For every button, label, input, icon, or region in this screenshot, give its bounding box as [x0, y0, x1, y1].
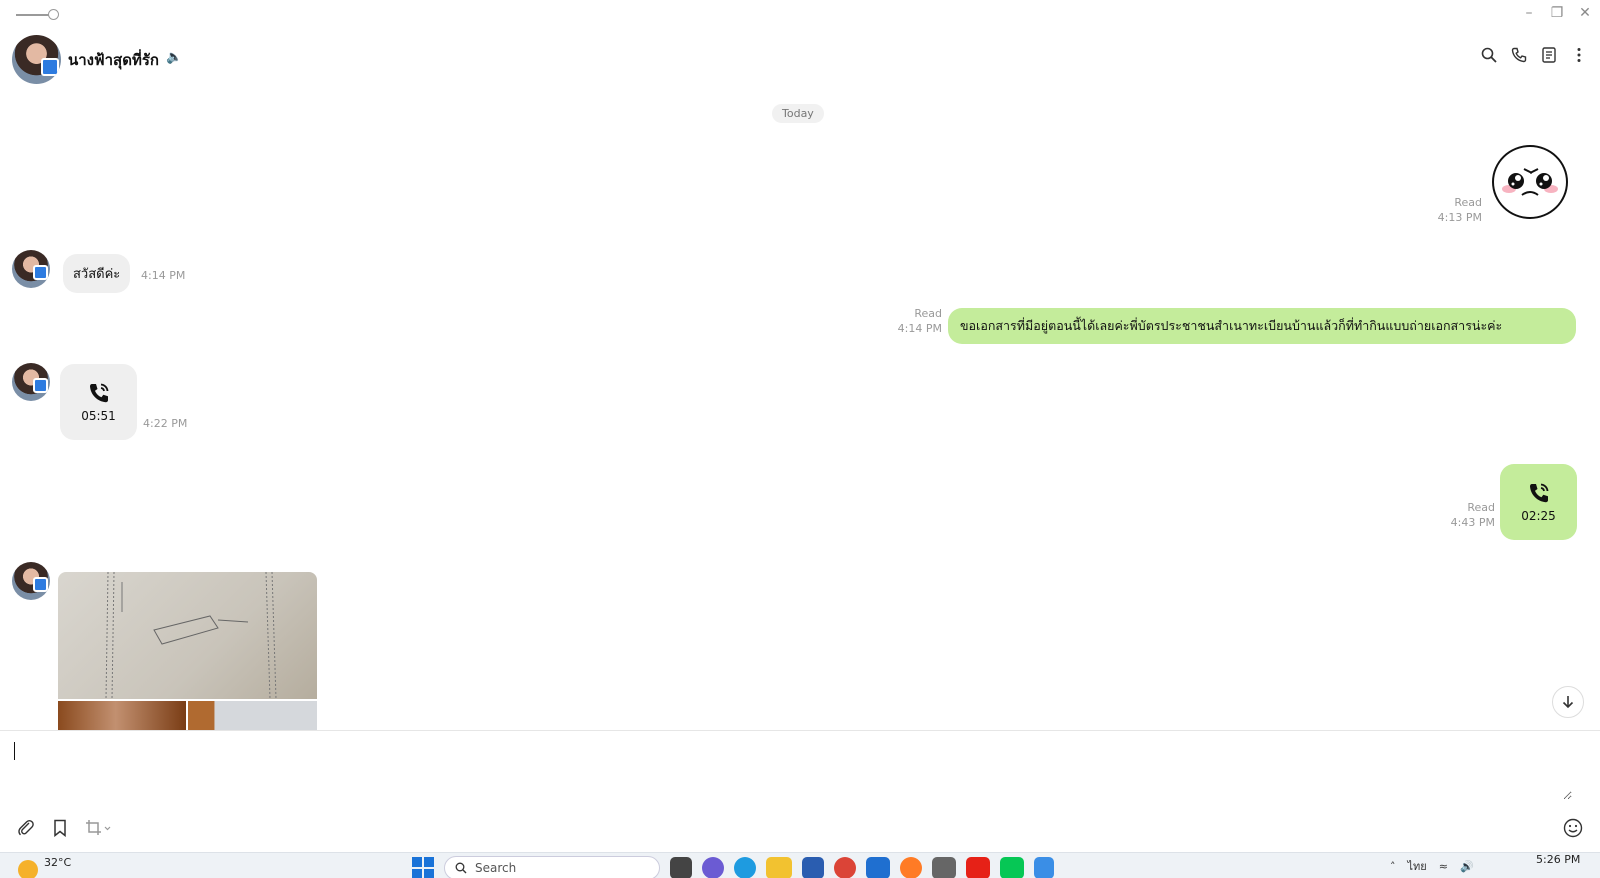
scroll-to-bottom-button[interactable] [1552, 686, 1584, 718]
phone-call-icon [1529, 483, 1548, 503]
taskbar-search[interactable]: Search [444, 856, 660, 878]
header-actions [1480, 46, 1588, 64]
search-icon[interactable] [1480, 46, 1498, 64]
chevron-up-icon[interactable]: ˄ [1390, 860, 1396, 873]
sender-avatar[interactable] [12, 363, 50, 401]
call-duration: 05:51 [81, 409, 116, 423]
composer-divider [0, 730, 1600, 731]
sticker-message[interactable] [1492, 145, 1568, 219]
text-caret [14, 742, 15, 760]
photo-album-message[interactable] [58, 572, 317, 730]
contact-avatar[interactable] [12, 35, 61, 84]
chat-header: นางฟ้าสุดที่รัก 🔈 [0, 32, 1600, 84]
message-time: 4:22 PM [143, 417, 188, 430]
message-meta: Read 4:13 PM [1410, 195, 1482, 225]
read-status: Read [1454, 196, 1482, 209]
opacity-slider[interactable] [16, 9, 59, 20]
message-time: 4:43 PM [1450, 516, 1495, 529]
message-meta: Read 4:43 PM [1418, 500, 1495, 530]
taskbar-clock[interactable]: 5:26 PM [1536, 853, 1580, 866]
sender-avatar[interactable] [12, 250, 50, 288]
land-map-sketch [105, 572, 277, 700]
composer-toolbar [16, 818, 114, 838]
arrow-down-icon [1562, 696, 1574, 709]
message-time: 4:14 PM [141, 269, 186, 282]
read-status: Read [1467, 501, 1495, 514]
read-status: Read [914, 307, 942, 320]
taskbar-apps: Search [412, 856, 1054, 878]
phone-call-icon [89, 383, 108, 403]
chat-name[interactable]: นางฟ้าสุดที่รัก [68, 48, 159, 72]
message-input[interactable] [12, 740, 1572, 800]
volume-icon[interactable]: 🔊 [1460, 860, 1474, 873]
screenshot-crop-icon[interactable] [84, 818, 114, 838]
windows-taskbar: 32°C Search ˄ ไทย ≈ 🔊 5:26 PM [0, 852, 1600, 878]
photo-thumbnail[interactable] [58, 701, 186, 730]
message-meta: Read 4:14 PM [880, 306, 942, 336]
wifi-icon[interactable]: ≈ [1439, 860, 1448, 873]
message-time: 4:13 PM [1437, 211, 1482, 224]
message-time: 4:14 PM [897, 322, 942, 335]
file-explorer-icon[interactable] [766, 857, 792, 878]
close-icon[interactable]: ✕ [1578, 6, 1592, 20]
call-message-outgoing[interactable]: 02:25 [1500, 464, 1577, 540]
photo-thumbnail[interactable] [188, 701, 317, 730]
speaker-icon: 🔈 [166, 50, 183, 65]
chrome-icon[interactable] [834, 857, 856, 878]
call-duration: 02:25 [1521, 509, 1556, 523]
youtube-icon[interactable] [966, 857, 990, 878]
message-bubble-incoming[interactable]: สวัสดีค่ะ [63, 254, 131, 293]
search-placeholder: Search [475, 861, 517, 875]
mail-icon[interactable] [866, 857, 890, 878]
sun-icon [18, 860, 38, 878]
input-language[interactable]: ไทย [1408, 857, 1427, 875]
minimize-icon[interactable]: – [1522, 6, 1536, 20]
phone-icon[interactable] [1510, 46, 1528, 64]
firefox-icon[interactable] [900, 857, 922, 878]
task-view-icon[interactable] [670, 857, 692, 878]
line-app-icon[interactable] [1000, 857, 1024, 878]
temperature: 32°C [44, 856, 72, 869]
chat-app-icon[interactable] [702, 857, 724, 878]
weather-widget[interactable]: 32°C [18, 856, 71, 878]
attach-file-icon[interactable] [16, 818, 36, 838]
message-list[interactable]: Today Read 4:13 PM สวัสดีค่ะ 4:14 PM Rea… [0, 86, 1600, 730]
more-options-icon[interactable] [1570, 46, 1588, 64]
bookmark-icon[interactable] [50, 818, 70, 838]
date-separator: Today [772, 104, 824, 123]
slider-knob[interactable] [48, 9, 59, 20]
edge-browser-icon[interactable] [734, 857, 756, 878]
emoji-icon[interactable] [1563, 818, 1585, 840]
sender-avatar[interactable] [12, 562, 50, 600]
crying-face-sticker-icon [1502, 168, 1558, 196]
store-icon[interactable] [802, 857, 824, 878]
camera-icon[interactable] [932, 857, 956, 878]
window-controls: – ❐ ✕ [1522, 6, 1592, 20]
restore-icon[interactable]: ❐ [1550, 6, 1564, 20]
title-bar: – ❐ ✕ [0, 0, 1600, 30]
notes-icon[interactable] [1540, 46, 1558, 64]
message-bubble-outgoing[interactable]: ขอเอกสารที่มีอยู่ตอนนี้ได้เลยค่ะพี่บัตรป… [948, 308, 1576, 344]
photo-document[interactable] [58, 572, 317, 700]
system-tray: ˄ ไทย ≈ 🔊 [1390, 857, 1474, 875]
search-icon [455, 862, 467, 874]
notepad-icon[interactable] [1034, 857, 1054, 878]
windows-start-icon[interactable] [412, 857, 434, 878]
call-message-incoming[interactable]: 05:51 [60, 364, 137, 440]
line-chat-window: – ❐ ✕ นางฟ้าสุดที่รัก 🔈 Today Read 4:13 … [0, 0, 1600, 878]
